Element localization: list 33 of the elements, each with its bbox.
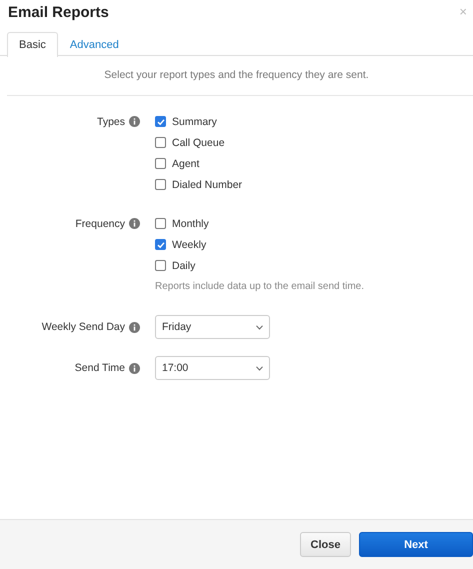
field-label: Types	[96, 116, 125, 128]
option-label: Agent	[172, 158, 200, 170]
hint-text: Reports include data up to the email send time.	[155, 280, 366, 294]
close-button[interactable]: Close	[300, 532, 351, 557]
option-label: Call Queue	[172, 136, 225, 148]
chevron-down-icon	[256, 366, 263, 370]
info-icon	[129, 322, 140, 332]
checkbox[interactable]	[155, 116, 166, 127]
option-label: Dialed Number	[172, 178, 242, 190]
checkbox[interactable]	[155, 179, 166, 190]
dialog-title: Email Reports	[8, 4, 109, 21]
tab[interactable]: Advanced	[58, 32, 131, 56]
field-label: Send Time	[74, 362, 125, 374]
info-icon	[129, 362, 140, 374]
option-label: Daily	[172, 260, 196, 272]
checkbox[interactable]	[155, 239, 166, 250]
checkbox[interactable]	[155, 137, 166, 148]
dropdown[interactable]: 17:00	[155, 356, 270, 380]
dropdown[interactable]: Friday	[155, 315, 270, 339]
option-label: Monthly	[172, 218, 209, 230]
checkbox[interactable]	[155, 260, 166, 271]
tab[interactable]: Basic	[7, 32, 58, 57]
checkbox[interactable]	[155, 158, 166, 169]
checkbox[interactable]	[155, 218, 166, 229]
info-icon	[129, 116, 140, 127]
option-label: Summary	[172, 116, 217, 128]
info-icon	[129, 218, 140, 229]
next-button[interactable]: Next	[359, 532, 473, 557]
field-label: Weekly Send Day	[42, 321, 125, 333]
intro-text: Select your report types and the frequency they are sent.	[103, 68, 370, 83]
field-label: Frequency	[75, 218, 125, 230]
chevron-down-icon	[256, 324, 263, 330]
option-label: Weekly	[172, 238, 206, 250]
